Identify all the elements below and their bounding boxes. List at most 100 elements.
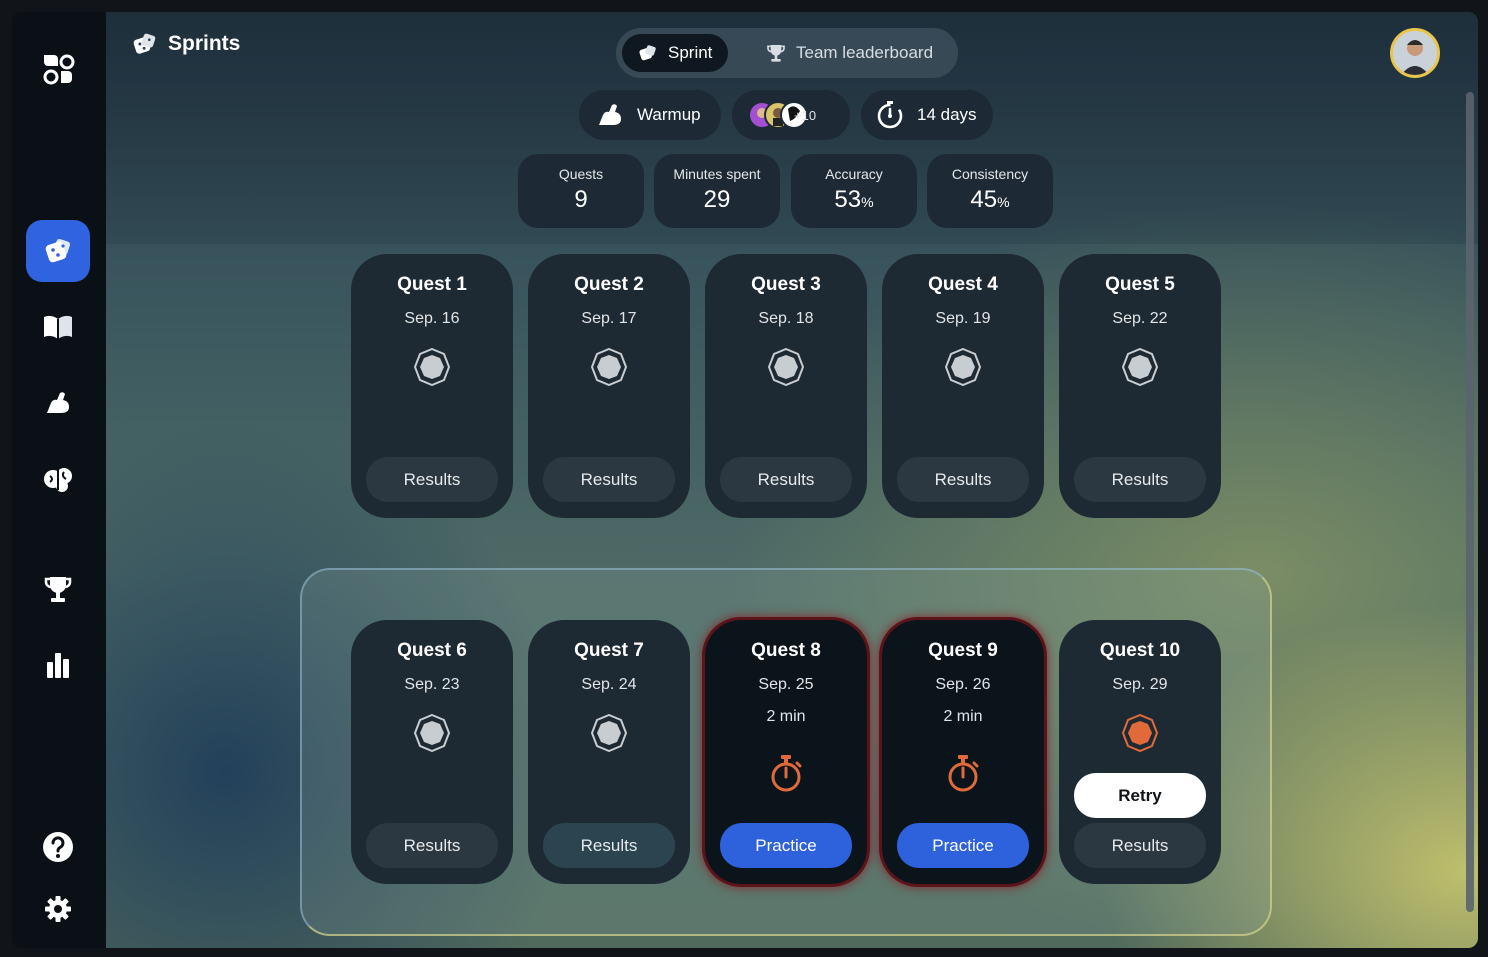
badge-icon — [1121, 348, 1159, 386]
stat-label: Minutes spent — [673, 166, 761, 182]
stat-accuracy: Accuracy 53% — [791, 154, 917, 228]
quest-date: Sep. 16 — [404, 310, 460, 327]
stopwatch-icon — [877, 101, 903, 129]
quest-title: Quest 8 — [751, 640, 821, 661]
practice-button[interactable]: Practice — [720, 823, 852, 868]
muscle-icon — [599, 104, 621, 125]
scrollbar[interactable] — [1466, 92, 1474, 912]
results-button[interactable]: Results — [1074, 823, 1206, 868]
quest-title: Quest 9 — [928, 640, 998, 661]
practice-button[interactable]: Practice — [897, 823, 1029, 868]
dice-icon — [639, 45, 656, 61]
stat-consistency: Consistency 45% — [927, 154, 1053, 228]
sidebar-item-brain[interactable] — [26, 448, 90, 510]
quest-card: Quest 6 Sep. 23 Results — [351, 620, 513, 884]
quest-card: Quest 5 Sep. 22 Results — [1059, 254, 1221, 518]
quest-card-due: Quest 8 Sep. 25 2 min Practice — [705, 620, 867, 884]
quest-card: Quest 2 Sep. 17 Results — [528, 254, 690, 518]
badge-orange-icon — [1121, 714, 1159, 752]
page-title: Sprints — [132, 32, 240, 56]
quest-title: Quest 1 — [397, 274, 467, 295]
sidebar-item-sprints[interactable] — [26, 220, 90, 282]
badge-icon — [413, 348, 451, 386]
quest-title: Quest 7 — [574, 640, 644, 661]
quest-card: Quest 7 Sep. 24 Results — [528, 620, 690, 884]
members-extra-count: +10 — [794, 107, 817, 123]
help-button[interactable] — [26, 816, 90, 878]
stat-value: 29 — [703, 186, 731, 213]
stat-label: Accuracy — [825, 166, 883, 182]
quest-title: Quest 2 — [574, 274, 644, 295]
quest-date: Sep. 17 — [581, 310, 637, 327]
tab-team-leaderboard[interactable]: Team leaderboard — [750, 34, 949, 72]
quest-date: Sep. 18 — [758, 310, 814, 327]
sidebar-item-warmup[interactable] — [26, 372, 90, 434]
badge-icon — [767, 348, 805, 386]
tab-leaderboard-label: Team leaderboard — [796, 43, 934, 62]
trophy-icon — [44, 577, 72, 602]
quest-date: Sep. 22 — [1112, 310, 1168, 327]
tab-sprint-label: Sprint — [668, 43, 713, 62]
app-window: Sprints Sprint Team leaderboard Warmup +… — [12, 12, 1478, 948]
results-button[interactable]: Results — [720, 457, 852, 502]
muscle-icon — [47, 392, 69, 413]
sidebar-item-stats[interactable] — [26, 634, 90, 696]
results-button[interactable]: Results — [366, 823, 498, 868]
sidebar-item-library[interactable] — [26, 296, 90, 358]
results-button[interactable]: Results — [543, 823, 675, 868]
sidebar-item-trophy[interactable] — [26, 558, 90, 620]
badge-icon — [590, 348, 628, 386]
stat-value: 53% — [834, 186, 874, 213]
team-members-pill[interactable]: +10 — [732, 90, 850, 140]
stat-label: Quests — [558, 166, 604, 182]
quest-date: Sep. 19 — [935, 310, 991, 327]
results-button[interactable]: Results — [1074, 457, 1206, 502]
page-title-text: Sprints — [168, 32, 241, 55]
stat-value: 45% — [970, 186, 1010, 213]
stat-quests: Quests 9 — [518, 154, 644, 228]
settings-button[interactable] — [26, 878, 90, 940]
quest-date: Sep. 25 — [758, 676, 814, 693]
quest-title: Quest 3 — [751, 274, 821, 295]
retry-button[interactable]: Retry — [1074, 773, 1206, 818]
sidebar — [12, 12, 106, 948]
quest-card-due: Quest 9 Sep. 26 2 min Practice — [882, 620, 1044, 884]
duration-pill: 14 days — [861, 90, 993, 140]
help-icon — [43, 832, 73, 862]
apps-logo-icon[interactable] — [26, 38, 90, 100]
avatar-icon — [1393, 31, 1437, 75]
tab-sprint[interactable]: Sprint — [622, 34, 729, 72]
book-icon — [44, 315, 72, 339]
results-button[interactable]: Results — [366, 457, 498, 502]
user-avatar[interactable] — [1390, 28, 1440, 78]
results-button[interactable]: Results — [543, 457, 675, 502]
quest-date: Sep. 24 — [581, 676, 637, 693]
quest-date: Sep. 26 — [935, 676, 991, 693]
brain-icon — [44, 468, 72, 492]
main-content: Sprints Sprint Team leaderboard Warmup +… — [106, 12, 1478, 948]
badge-icon — [413, 714, 451, 752]
quest-date: Sep. 29 — [1112, 676, 1168, 693]
stat-minutes: Minutes spent 29 — [654, 154, 780, 228]
stopwatch-icon — [948, 755, 979, 792]
quest-title: Quest 5 — [1105, 274, 1175, 295]
chart-icon — [47, 653, 69, 678]
warmup-pill[interactable]: Warmup — [579, 90, 721, 140]
gear-icon — [45, 896, 71, 922]
quest-title: Quest 4 — [928, 274, 998, 295]
quest-card: Quest 4 Sep. 19 Results — [882, 254, 1044, 518]
stat-label: Consistency — [951, 166, 1029, 182]
quest-date: Sep. 23 — [404, 676, 460, 693]
quest-card: Quest 3 Sep. 18 Results — [705, 254, 867, 518]
quest-duration: 2 min — [943, 708, 983, 725]
results-button[interactable]: Results — [897, 457, 1029, 502]
trophy-icon — [767, 45, 785, 62]
badge-icon — [944, 348, 982, 386]
badge-icon — [590, 714, 628, 752]
view-tabs: Sprint Team leaderboard — [616, 28, 958, 78]
quest-card: Quest 10 Sep. 29 Retry Results — [1059, 620, 1221, 884]
quest-title: Quest 6 — [397, 640, 467, 661]
duration-label: 14 days — [917, 105, 977, 124]
quest-duration: 2 min — [766, 708, 806, 725]
stat-value: 9 — [574, 186, 588, 213]
